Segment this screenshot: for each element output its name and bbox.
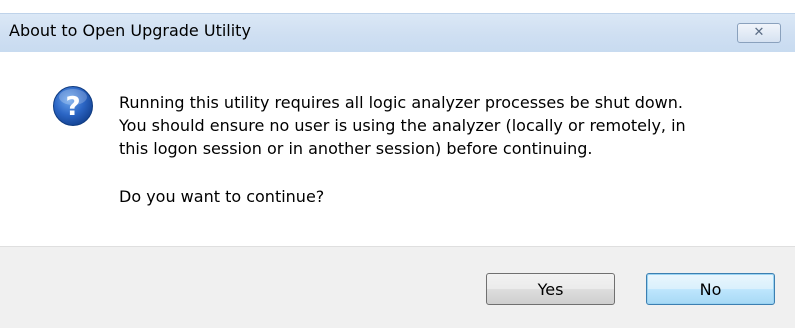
question-icon: ?: [53, 86, 93, 126]
dialog-title: About to Open Upgrade Utility: [9, 21, 251, 40]
message-area: ? Running this utility requires all logi…: [0, 52, 795, 246]
message-line: You should ensure no user is using the a…: [119, 116, 686, 135]
message-text: Running this utility requires all logic …: [119, 91, 779, 160]
message-line: this logon session or in another session…: [119, 139, 593, 158]
title-bar[interactable]: About to Open Upgrade Utility ✕: [0, 13, 795, 52]
close-button[interactable]: ✕: [737, 23, 781, 43]
yes-button[interactable]: Yes: [486, 273, 615, 305]
close-icon: ✕: [753, 25, 765, 40]
question-text: Do you want to continue?: [119, 187, 325, 206]
message-line: Running this utility requires all logic …: [119, 93, 683, 112]
button-bar: Yes No: [0, 246, 795, 328]
no-button[interactable]: No: [646, 273, 775, 305]
dialog-window: About to Open Upgrade Utility ✕ ? Runnin…: [0, 0, 795, 328]
svg-text:?: ?: [65, 92, 80, 122]
